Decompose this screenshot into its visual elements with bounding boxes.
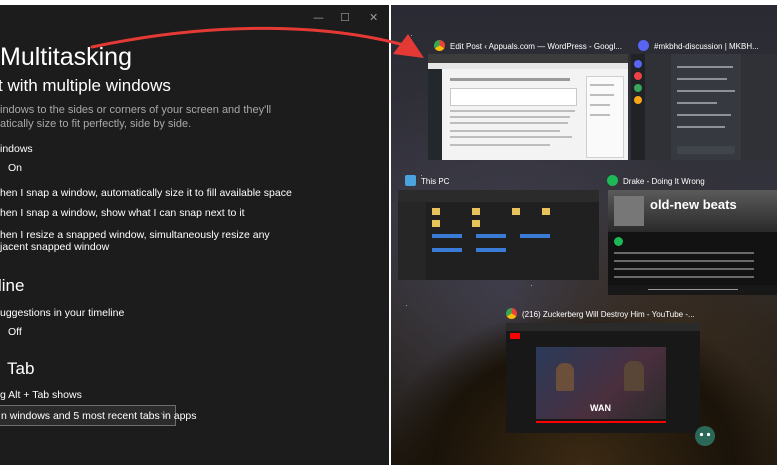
watermark-logo — [692, 424, 718, 448]
annotation-arrow — [90, 26, 424, 58]
screenshot-frame: — ☐ ✕ Multitasking t with multiple windo… — [0, 0, 780, 470]
